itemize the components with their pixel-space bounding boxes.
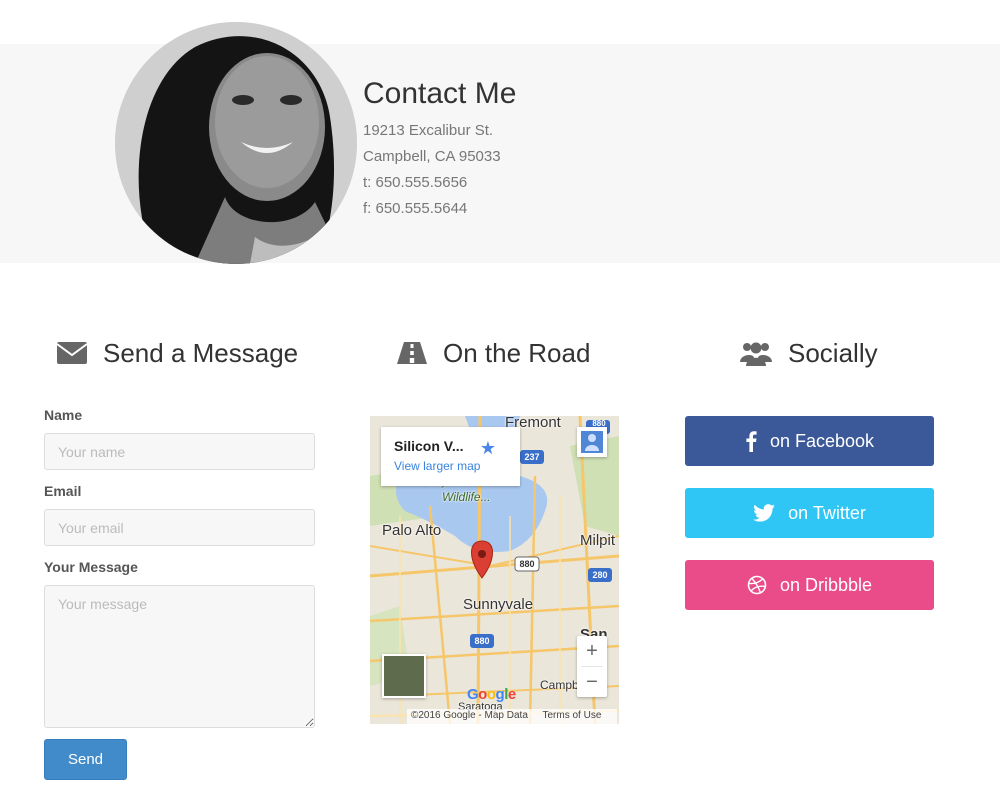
send-message-title: Send a Message (103, 337, 299, 368)
facebook-icon (745, 430, 757, 452)
fax-number: f: 650.555.5644 (363, 200, 468, 217)
send-button[interactable]: Send (44, 739, 127, 780)
twitter-button[interactable]: on Twitter (685, 488, 934, 538)
name-label: Name (44, 407, 83, 423)
star-icon[interactable]: ★ (480, 438, 496, 459)
map-label-campbell: Campb (540, 678, 579, 692)
message-textarea[interactable] (44, 585, 315, 728)
socially-heading: Socially (740, 336, 878, 370)
zoom-out-button[interactable]: − (577, 667, 607, 697)
on-the-road-title: On the Road (443, 337, 591, 368)
facebook-label: on Facebook (769, 430, 875, 451)
highway-shield-280: 880 (474, 636, 490, 646)
dribbble-button[interactable]: on Dribbble (685, 560, 934, 610)
dribbble-icon (747, 575, 767, 595)
map-place-card: Silicon V... ★ View larger map (381, 427, 520, 486)
google-logo: Google (467, 686, 516, 703)
page-title: Contact Me (363, 77, 517, 110)
map-embed[interactable]: Fremont Palo Alto Milpit Sunnyvale San J… (370, 416, 619, 724)
users-icon (740, 340, 772, 366)
phone-number: t: 650.555.5656 (363, 174, 468, 191)
zoom-control: + − (577, 636, 607, 697)
email-input[interactable] (44, 509, 315, 546)
map-label-milpitas: Milpit (580, 532, 616, 549)
name-input[interactable] (44, 433, 315, 470)
view-larger-map-link[interactable]: View larger map (394, 459, 507, 473)
socially-title: Socially (788, 337, 878, 368)
on-the-road-heading: On the Road (397, 336, 590, 370)
address-line-2: Campbell, CA 95033 (363, 148, 501, 165)
message-label: Your Message (44, 559, 138, 575)
address-line-1: 19213 Excalibur St. (363, 122, 494, 139)
dribbble-label: on Dribbble (779, 574, 873, 595)
map-copyright: ©2016 Google - Map Data (411, 710, 528, 721)
envelope-icon (57, 342, 87, 364)
highway-shield-880-east: 280 (592, 570, 608, 580)
highway-shield-237: 880 (519, 559, 535, 569)
facebook-button[interactable]: on Facebook (685, 416, 934, 466)
email-label: Email (44, 483, 82, 499)
twitter-icon (753, 504, 775, 522)
map-label-palo-alto: Palo Alto (382, 522, 442, 539)
map-label-sunnyvale: Sunnyvale (463, 596, 534, 613)
zoom-in-button[interactable]: + (577, 636, 607, 666)
road-icon (397, 342, 427, 364)
pegman-icon[interactable] (577, 427, 607, 457)
avatar (115, 22, 357, 264)
map-footer: ©2016 Google - Map Data Terms of Use (407, 709, 618, 724)
contact-info: Contact Me 19213 Excalibur St. Campbell,… (363, 76, 516, 222)
satellite-toggle[interactable] (382, 654, 426, 698)
map-label-wildlife: Wildlife... (442, 490, 491, 504)
highway-shield-880-north: 237 (524, 452, 540, 462)
send-message-heading: Send a Message (57, 336, 298, 370)
twitter-label: on Twitter (788, 502, 866, 523)
map-terms-link[interactable]: Terms of Use (543, 710, 602, 721)
